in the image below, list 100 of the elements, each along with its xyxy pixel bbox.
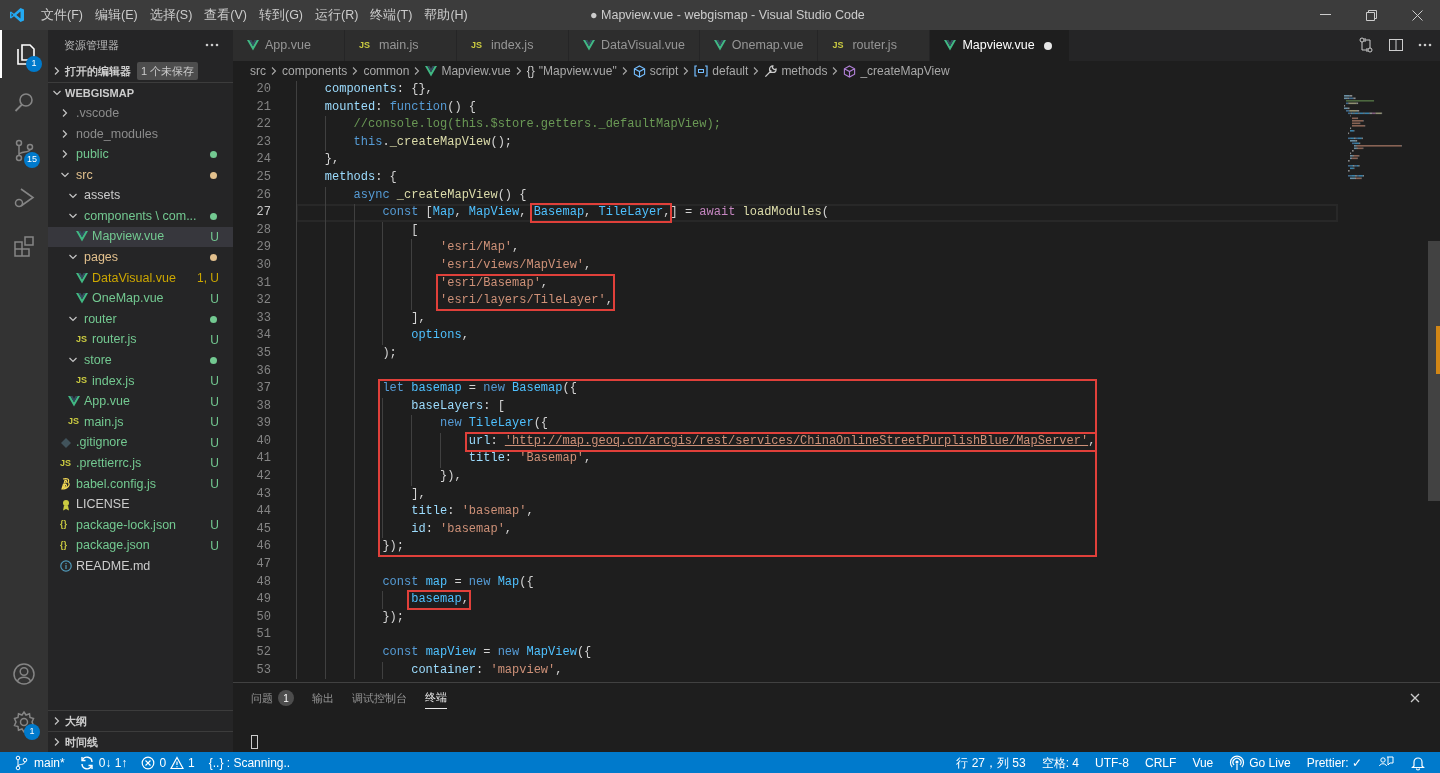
editor-tab[interactable]: JS router.js: [818, 30, 931, 61]
tree-item[interactable]: store: [48, 350, 233, 371]
panel-tab[interactable]: 调试控制台: [352, 687, 407, 709]
menu-item[interactable]: 编辑(E): [88, 5, 144, 25]
breadcrumb-item[interactable]: Mapview.vue: [422, 62, 514, 80]
section-header[interactable]: 大纲: [52, 711, 87, 731]
line-number: 53: [255, 661, 271, 679]
vue-icon: [713, 40, 726, 51]
line-number: 20: [255, 81, 271, 98]
line-number: 42: [255, 468, 271, 486]
breadcrumb-item[interactable]: _createMapView: [840, 62, 953, 80]
breadcrumb-item[interactable]: components: [279, 62, 351, 80]
panel-tab[interactable]: 输出: [312, 687, 334, 709]
split-editor-icon[interactable]: [1388, 37, 1404, 53]
line-number: 34: [255, 327, 271, 345]
tree-item[interactable]: {} package-lock.json U: [48, 514, 233, 536]
code-line: let basemap = new Basemap({: [382, 380, 577, 398]
tree-item[interactable]: JS index.js U: [48, 370, 233, 392]
section-header[interactable]: 时间线: [52, 732, 98, 752]
line-number: 43: [255, 485, 271, 503]
menu-item[interactable]: 选择(S): [143, 5, 199, 25]
certificate-icon: [60, 498, 72, 511]
compare-icon[interactable]: [1358, 37, 1374, 53]
tree-item[interactable]: components \ com...: [48, 205, 233, 227]
line-number: 40: [255, 432, 271, 450]
tree-item[interactable]: JS .prettierrc.js U: [48, 453, 233, 474]
editor-tab[interactable]: DataVisual.vue: [569, 30, 700, 61]
line-number: 44: [255, 503, 271, 521]
js-file-icon: JS: [60, 456, 74, 471]
tree-item[interactable]: public: [48, 144, 233, 165]
extensions-icon: [12, 234, 36, 258]
json-file-icon: {}: [60, 518, 74, 532]
tree-item[interactable]: README.md: [48, 556, 233, 577]
panel-tab[interactable]: 问题 1: [251, 687, 294, 709]
editor-tab[interactable]: Onemap.vue: [699, 30, 819, 61]
menu-item[interactable]: 文件(F): [35, 5, 89, 25]
menu-item[interactable]: 运行(R): [309, 5, 365, 25]
editor-tab[interactable]: App.vue: [233, 30, 345, 61]
tree-item[interactable]: assets: [48, 185, 233, 206]
line-number: 39: [255, 415, 271, 433]
more-icon[interactable]: [1418, 43, 1432, 47]
status-bar-item[interactable]: 0 1: [141, 752, 195, 773]
breadcrumb-item[interactable]: script: [629, 62, 682, 80]
tree-item[interactable]: node_modules: [48, 123, 233, 145]
tree-item[interactable]: LICENSE: [48, 494, 233, 515]
line-number: 22: [255, 116, 271, 134]
status-bar-item[interactable]: {..} : Scanning..: [208, 752, 291, 773]
editor-tab[interactable]: JS main.js: [345, 30, 457, 61]
cube-icon: [843, 64, 857, 78]
breadcrumb-item[interactable]: common: [360, 62, 413, 80]
activity-bar-item[interactable]: 15: [0, 126, 48, 174]
menu-item[interactable]: 帮助(H): [418, 5, 474, 25]
tree-item[interactable]: .gitignore U: [48, 432, 233, 454]
line-number: 38: [255, 397, 271, 415]
tree-item[interactable]: DataVisual.vue 1, U: [48, 267, 233, 289]
breadcrumb-item[interactable]: {} "Mapview.vue": [523, 62, 620, 80]
chevron-icon: [52, 716, 62, 726]
breadcrumb-item[interactable]: default: [691, 62, 752, 80]
tree-item[interactable]: JS main.js U: [48, 411, 233, 433]
code-line: const [Map, MapView, Basemap, TileLayer,] = await loadModules(: [382, 204, 829, 222]
cube-icon: [632, 64, 646, 78]
editor-tab[interactable]: JS index.js: [457, 30, 569, 61]
code-line: const map = new Map({: [382, 573, 534, 591]
terminal-cursor: [251, 735, 258, 749]
breadcrumb-item[interactable]: src: [247, 62, 269, 80]
chevron-icon: [60, 108, 70, 119]
status-bar-item[interactable]: 0↓ 1↑: [78, 752, 128, 773]
tree-item[interactable]: .vscode: [48, 103, 233, 124]
breadcrumb-item[interactable]: methods: [761, 62, 831, 80]
tree-item[interactable]: pages: [48, 247, 233, 268]
status-bar-item[interactable]: 空格: 4: [1041, 752, 1080, 773]
section-header[interactable]: WEBGISMAP: [52, 83, 135, 103]
tree-item[interactable]: Mapview.vue U: [48, 226, 233, 248]
status-bar-item[interactable]: Vue: [1192, 752, 1214, 773]
status-bar-item[interactable]: Prettier: ✓: [1306, 752, 1362, 773]
scrollbar-thumb[interactable]: [1428, 241, 1440, 501]
editor-tab[interactable]: Mapview.vue: [930, 30, 1070, 61]
status-bar-item[interactable]: Go Live: [1229, 752, 1291, 773]
status-bar-item[interactable]: main*: [14, 752, 65, 773]
tree-item[interactable]: App.vue U: [48, 391, 233, 412]
close-icon[interactable]: [1410, 693, 1420, 703]
app-logo-icon: [9, 7, 25, 23]
tree-item[interactable]: babel.config.js U: [48, 473, 233, 495]
panel-tab[interactable]: 终端: [425, 687, 447, 709]
tree-item[interactable]: JS router.js U: [48, 329, 233, 351]
section-header[interactable]: 打开的编辑器: [52, 60, 131, 82]
status-bar-item[interactable]: UTF-8: [1095, 752, 1130, 773]
menu-item[interactable]: 查看(V): [198, 5, 253, 25]
tree-item[interactable]: OneMap.vue U: [48, 288, 233, 309]
menu-item[interactable]: 转到(G): [253, 5, 310, 25]
tree-item[interactable]: {} package.json U: [48, 535, 233, 557]
activity-bar-item[interactable]: 1: [0, 698, 48, 746]
line-number: 21: [255, 98, 271, 116]
more-icon[interactable]: [205, 43, 219, 47]
tree-item[interactable]: src: [48, 164, 233, 186]
status-bar-item[interactable]: CRLF: [1145, 752, 1177, 773]
status-bar-item[interactable]: 行 27，列 53: [956, 752, 1026, 773]
tree-item[interactable]: router: [48, 308, 233, 330]
code-line: baseLayers: [: [411, 397, 505, 415]
menu-item[interactable]: 终端(T): [364, 5, 419, 25]
